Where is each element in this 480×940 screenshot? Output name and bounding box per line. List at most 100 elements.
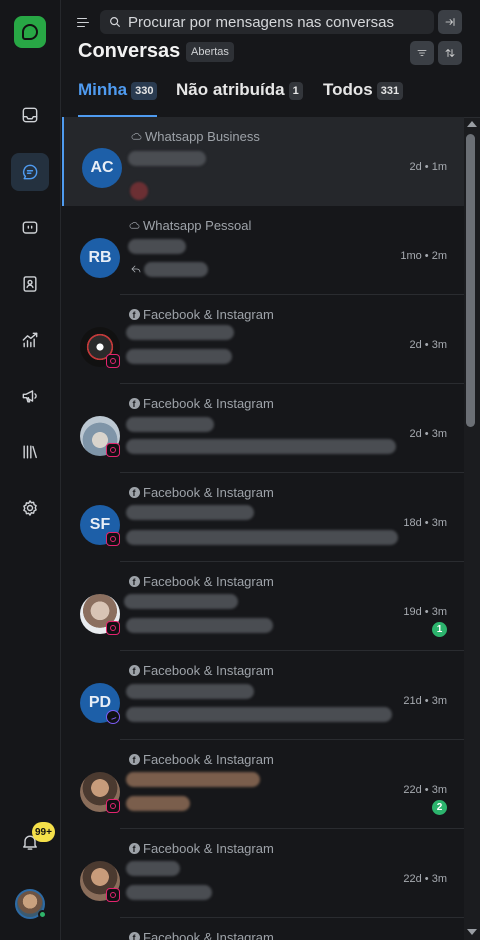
page-title: Conversas [78,40,181,62]
conversation-item[interactable]: SF f Facebook & Instagram 18d • 3m [62,473,464,562]
facebook-icon: f [128,843,140,855]
whatsapp-icon [128,220,140,232]
instagram-icon [106,621,120,635]
contact-name-redacted [126,505,254,520]
inbox-name: Facebook & Instagram [143,663,274,678]
conversation-item[interactable]: f Facebook & Instagram 22d • 3m 2 [62,740,464,829]
scroll-down-arrow-icon[interactable] [467,929,477,935]
message-preview-redacted [126,618,273,633]
status-filter-badge[interactable]: Abertas [186,42,234,62]
contact-name-redacted [126,861,180,876]
message-preview-redacted [130,182,148,200]
conversation-meta: 2d • 3m [409,428,447,440]
facebook-icon: f [128,398,140,410]
tab-count: 331 [376,82,404,100]
filter-icon [417,50,427,56]
filter-button[interactable] [410,41,434,65]
message-preview-redacted [126,439,396,454]
inbox-name: Facebook & Instagram [143,752,274,767]
inbox-label: f Facebook & Instagram [128,396,274,411]
conversation-item[interactable]: f Facebook & Instagram 2d • 3m [62,384,464,473]
logo-mark [22,24,38,40]
unread-count-badge: 2 [432,800,447,815]
contact-avatar: RB [80,238,120,278]
app-logo[interactable] [14,16,46,48]
reports-icon [22,332,38,348]
inbox-name: Facebook & Instagram [143,574,274,589]
inbox-label: f Facebook & Instagram [128,752,274,767]
inbox-label: Whatsapp Business [130,129,260,144]
contact-name-redacted [126,684,254,699]
sort-button[interactable] [438,41,462,65]
expand-panel-icon [445,18,455,26]
contact-name-redacted [126,417,214,432]
inbox-name: Whatsapp Pessoal [143,218,252,233]
instagram-icon [106,532,120,546]
contact-name-redacted [126,772,260,787]
conversation-meta: 21d • 3m [403,695,447,707]
facebook-icon: f [128,487,140,499]
inbox-label: f Facebook & Instagram [128,930,274,940]
whatsapp-icon [130,131,142,143]
sidebar-item-contacts[interactable] [11,265,49,303]
sidebar-item-inbox[interactable] [11,96,49,134]
message-preview-redacted [126,796,190,811]
search-bar[interactable] [100,10,434,34]
inbox-name: Whatsapp Business [145,129,260,144]
message-preview-redacted [126,349,232,364]
facebook-icon: f [128,309,140,321]
instagram-icon [106,354,120,368]
conversation-item[interactable]: AC Whatsapp Business 2d • 1m [62,117,464,206]
tab-all[interactable]: Todos 331 [323,80,404,117]
online-status-dot [38,910,47,919]
sidebar-item-conversations[interactable] [11,153,49,191]
tab-unassigned[interactable]: Não atribuída 1 [176,80,303,117]
conversation-meta: 2d • 3m [409,339,447,351]
scroll-up-arrow-icon[interactable] [467,121,477,127]
sort-icon [445,49,455,57]
settings-icon [23,500,37,516]
inbox-label: f Facebook & Instagram [128,841,274,856]
facebook-icon: f [128,576,140,588]
menu-icon[interactable] [77,15,91,29]
inbox-name: Facebook & Instagram [143,307,274,322]
sidebar-item-settings[interactable] [11,489,49,527]
sidebar-item-reports[interactable] [11,321,49,359]
instagram-icon [106,888,120,902]
sidebar-item-campaigns[interactable] [11,377,49,415]
inbox-label: f Facebook & Instagram [128,663,274,678]
conversation-item[interactable]: PD f Facebook & Instagram 21d • 3m [62,651,464,740]
facebook-icon: f [128,665,140,677]
search-input[interactable] [128,13,428,31]
tab-count: 330 [131,82,158,100]
inbox-name: Facebook & Instagram [143,841,274,856]
expand-panel-button[interactable] [438,10,462,34]
contact-name-redacted [124,594,238,609]
conversation-meta: 22d • 3m [403,784,447,796]
sidebar-item-captain[interactable] [11,209,49,247]
tab-count: 1 [288,82,303,100]
messenger-icon [106,710,120,724]
conversation-item[interactable]: f Facebook & Instagram 19d • 3m 1 [62,562,464,651]
conversation-item[interactable]: f Facebook & Instagram 2d • 3m [62,295,464,384]
conversation-meta: 19d • 3m [403,606,447,618]
contact-name-redacted [128,239,186,254]
conversation-item[interactable]: RB Whatsapp Pessoal 1mo • 2m [62,206,464,295]
scrollbar-thumb[interactable] [466,134,475,427]
conversation-item[interactable]: f Facebook & Instagram [62,918,464,940]
inbox-label: f Facebook & Instagram [128,574,274,589]
conversation-meta: 22d • 3m [403,873,447,885]
captain-icon [22,221,38,234]
sidebar-item-library[interactable] [11,433,49,471]
conversation-item[interactable]: f Facebook & Instagram 22d • 3m [62,829,464,918]
message-preview-redacted [144,262,208,277]
instagram-icon [106,443,120,457]
instagram-icon [106,799,120,813]
tab-mine[interactable]: Minha 330 [78,80,158,117]
contacts-icon [23,276,37,292]
sidebar: 99+ [0,0,61,940]
search-icon [110,17,121,28]
notifications-badge: 99+ [32,822,55,842]
message-preview-redacted [126,707,392,722]
contact-avatar: AC [82,148,122,188]
